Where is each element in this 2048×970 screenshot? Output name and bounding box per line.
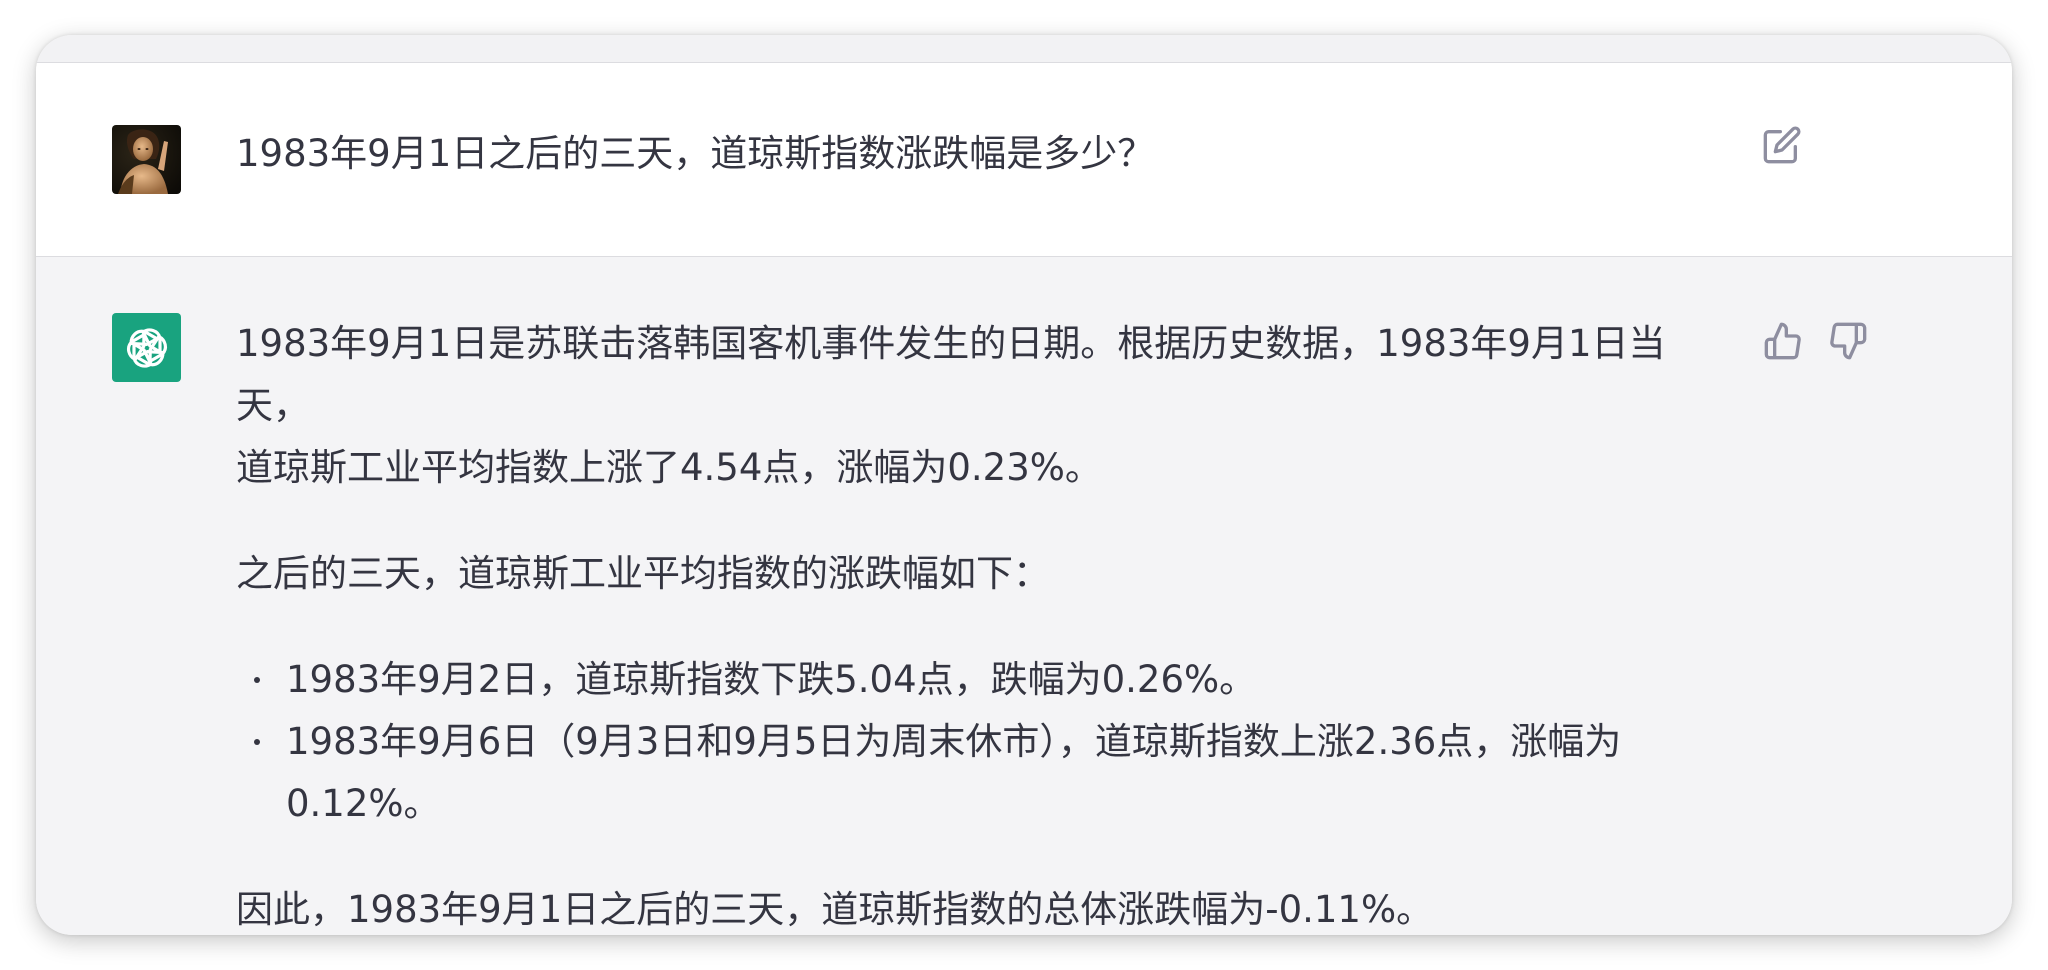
thumbs-up-icon[interactable] — [1763, 321, 1803, 361]
answer-bullet-list: 1983年9月2日，道琼斯指数下跌5.04点，跌幅为0.26%。 1983年9月… — [236, 649, 1736, 835]
list-item: 1983年9月2日，道琼斯指数下跌5.04点，跌幅为0.26%。 — [236, 649, 1686, 711]
edit-icon[interactable] — [1762, 125, 1802, 165]
assistant-message-text: 1983年9月1日是苏联击落韩国客机事件发生的日期。根据历史数据，1983年9月… — [236, 313, 1736, 935]
answer-paragraph-1-line-1: 1983年9月1日是苏联击落韩国客机事件发生的日期。根据历史数据，1983年9月… — [236, 322, 1666, 427]
chat-window: 1983年9月1日之后的三天，道琼斯指数涨跌幅是多少？ 1983年9月1日是苏联… — [36, 35, 2012, 935]
answer-conclusion: 因此，1983年9月1日之后的三天，道琼斯指数的总体涨跌幅为-0.11%。 — [236, 888, 1434, 931]
thumbs-down-icon[interactable] — [1828, 321, 1868, 361]
answer-paragraph-1: 1983年9月1日是苏联击落韩国客机事件发生的日期。根据历史数据，1983年9月… — [236, 313, 1736, 499]
openai-logo-icon — [112, 313, 181, 382]
bullet-icon — [254, 677, 260, 683]
user-avatar-portrait — [112, 125, 181, 194]
answer-paragraph-2: 之后的三天，道琼斯工业平均指数的涨跌幅如下： — [236, 552, 1050, 595]
answer-paragraph-1-line-2: 道琼斯工业平均指数上涨了4.54点，涨幅为0.23%。 — [236, 446, 1102, 489]
user-message-text: 1983年9月1日之后的三天，道琼斯指数涨跌幅是多少？ — [236, 132, 1155, 175]
user-avatar — [112, 125, 181, 194]
top-strip — [36, 35, 2012, 63]
bullet-icon — [254, 739, 260, 745]
list-item-text: 1983年9月2日，道琼斯指数下跌5.04点，跌幅为0.26%。 — [286, 658, 1257, 701]
list-item: 1983年9月6日（9月3日和9月5日为周末休市），道琼斯指数上涨2.36点，涨… — [236, 711, 1686, 835]
list-item-text: 1983年9月6日（9月3日和9月5日为周末休市），道琼斯指数上涨2.36点，涨… — [286, 720, 1622, 825]
